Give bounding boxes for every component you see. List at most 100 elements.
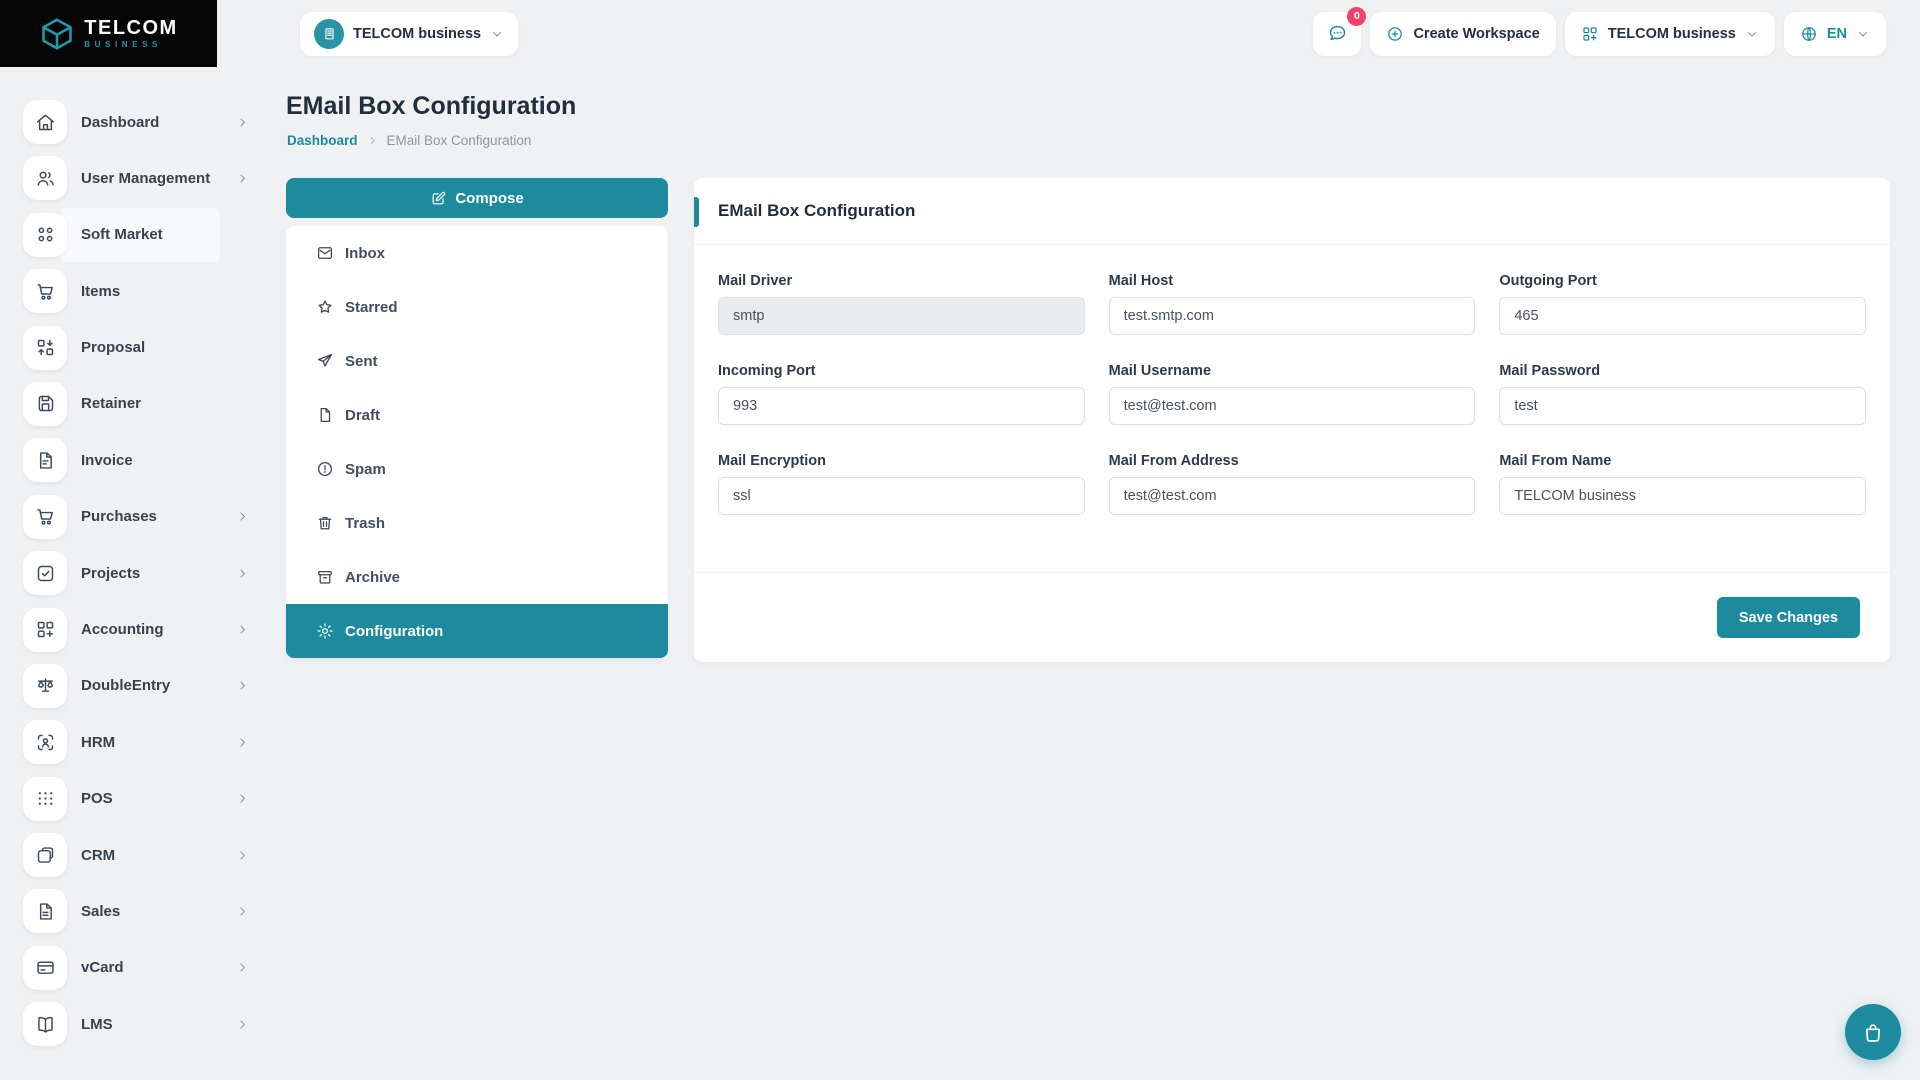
form-field-mail-host: Mail Host	[1109, 273, 1476, 335]
card-header: EMail Box Configuration	[694, 178, 1890, 245]
folder-item-sent[interactable]: Sent	[286, 334, 668, 388]
folder-item-configuration[interactable]: Configuration	[286, 604, 668, 658]
archive-icon	[316, 568, 334, 586]
sidebar-item-doubleentry[interactable]: DoubleEntry	[23, 664, 249, 708]
cart-icon	[23, 495, 67, 539]
sidebar-item-label: DoubleEntry	[81, 677, 170, 694]
sidebar-item-hrm[interactable]: HRM	[23, 720, 249, 764]
sidebar-item-label: Projects	[81, 565, 140, 582]
folder-item-spam[interactable]: Spam	[286, 442, 668, 496]
trash-icon	[316, 514, 334, 532]
sidebar-item-user-management[interactable]: User Management	[23, 156, 249, 200]
sidebar-item-label: Accounting	[81, 621, 164, 638]
breadcrumb-current: EMail Box Configuration	[387, 133, 532, 148]
folder-label: Inbox	[345, 245, 385, 262]
folder-item-trash[interactable]: Trash	[286, 496, 668, 550]
breadcrumb-dashboard-link[interactable]: Dashboard	[287, 133, 358, 148]
messages-badge: 0	[1347, 7, 1366, 26]
sidebar-item-items[interactable]: Items	[23, 269, 249, 313]
gear-icon	[316, 622, 334, 640]
top-header: TELCOM business 0 Create Workspace TELCO…	[217, 0, 1920, 67]
app-root: TELCOM BUSINESS TELCOM business 0 Create…	[0, 0, 1920, 1080]
sidebar-item-label: CRM	[81, 847, 115, 864]
mail-icon	[316, 244, 334, 262]
copy-squares-icon	[23, 833, 67, 877]
sidebar-item-accounting[interactable]: Accounting	[23, 608, 249, 652]
user-scan-icon	[23, 720, 67, 764]
grid-plus-icon	[1581, 25, 1599, 43]
sidebar-item-retainer[interactable]: Retainer	[23, 382, 249, 426]
field-label: Mail From Name	[1499, 453, 1866, 469]
sidebar-item-pos[interactable]: POS	[23, 777, 249, 821]
language-selector[interactable]: EN	[1784, 12, 1886, 56]
brand-text: TELCOM BUSINESS	[84, 18, 177, 49]
sidebar-item-label: Proposal	[81, 339, 145, 356]
floating-shop-button[interactable]	[1845, 1004, 1901, 1060]
sidebar-nav: Dashboard User Management Soft Market Items…	[0, 67, 262, 1080]
sidebar-item-soft-market[interactable]: Soft Market	[23, 213, 249, 257]
workspace-switcher-label: TELCOM business	[1608, 26, 1736, 42]
compose-button[interactable]: Compose	[286, 178, 668, 218]
form-field-mail-from-address: Mail From Address	[1109, 453, 1476, 515]
header-actions: 0 Create Workspace TELCOM business EN	[1313, 12, 1886, 56]
field-input-mail-username[interactable]	[1109, 387, 1476, 425]
save-icon	[23, 382, 67, 426]
folder-item-starred[interactable]: Starred	[286, 280, 668, 334]
field-input-mail-encryption[interactable]	[718, 477, 1085, 515]
sidebar-item-vcard[interactable]: vCard	[23, 946, 249, 990]
folder-label: Draft	[345, 407, 380, 424]
folder-item-inbox[interactable]: Inbox	[286, 226, 668, 280]
alert-circle-icon	[316, 460, 334, 478]
compose-icon	[430, 190, 447, 207]
workspace-selector[interactable]: TELCOM business	[300, 12, 518, 56]
sidebar-item-purchases[interactable]: Purchases	[23, 495, 249, 539]
shopping-bag-icon	[1861, 1020, 1885, 1044]
field-input-mail-from-address[interactable]	[1109, 477, 1476, 515]
send-icon	[316, 352, 334, 370]
workspace-switcher[interactable]: TELCOM business	[1565, 12, 1775, 56]
field-input-outgoing-port[interactable]	[1499, 297, 1866, 335]
chat-icon	[1327, 23, 1348, 44]
field-input-mail-host[interactable]	[1109, 297, 1476, 335]
mailbox-config-card: EMail Box Configuration Mail DriverMail …	[694, 178, 1890, 662]
field-label: Mail From Address	[1109, 453, 1476, 469]
sidebar-item-label: Purchases	[81, 508, 157, 525]
save-changes-button[interactable]: Save Changes	[1717, 597, 1860, 638]
sidebar-item-label: HRM	[81, 734, 115, 751]
sidebar-item-label: vCard	[81, 959, 124, 976]
field-input-mail-from-name[interactable]	[1499, 477, 1866, 515]
sidebar-item-label: Soft Market	[81, 226, 163, 243]
grid-circles-icon	[23, 213, 67, 257]
chevron-right-icon	[236, 1018, 249, 1031]
field-label: Mail Host	[1109, 273, 1476, 289]
dots-grid-icon	[23, 777, 67, 821]
messages-button[interactable]: 0	[1313, 12, 1361, 56]
sidebar-item-invoice[interactable]: Invoice	[23, 438, 249, 482]
sidebar-item-dashboard[interactable]: Dashboard	[23, 100, 249, 144]
globe-icon	[1800, 25, 1818, 43]
form-field-incoming-port: Incoming Port	[718, 363, 1085, 425]
field-input-mail-driver	[718, 297, 1085, 335]
brand-subtitle: BUSINESS	[84, 40, 177, 49]
form-field-mail-from-name: Mail From Name	[1499, 453, 1866, 515]
folder-label: Starred	[345, 299, 398, 316]
form-field-mail-username: Mail Username	[1109, 363, 1476, 425]
field-label: Mail Encryption	[718, 453, 1085, 469]
sidebar-item-lms[interactable]: LMS	[23, 1002, 249, 1046]
sidebar-item-proposal[interactable]: Proposal	[23, 326, 249, 370]
brand-name: TELCOM	[84, 18, 177, 38]
field-input-incoming-port[interactable]	[718, 387, 1085, 425]
folder-item-draft[interactable]: Draft	[286, 388, 668, 442]
folder-item-archive[interactable]: Archive	[286, 550, 668, 604]
sidebar-item-projects[interactable]: Projects	[23, 551, 249, 595]
field-input-mail-password[interactable]	[1499, 387, 1866, 425]
create-workspace-button[interactable]: Create Workspace	[1370, 12, 1555, 56]
folder-label: Spam	[345, 461, 386, 478]
sidebar-item-sales[interactable]: Sales	[23, 889, 249, 933]
field-label: Mail Password	[1499, 363, 1866, 379]
star-icon	[316, 298, 334, 316]
plus-circle-icon	[1386, 25, 1404, 43]
chevron-right-icon	[236, 510, 249, 523]
sidebar-item-crm[interactable]: CRM	[23, 833, 249, 877]
brand-logo[interactable]: TELCOM BUSINESS	[0, 0, 217, 67]
